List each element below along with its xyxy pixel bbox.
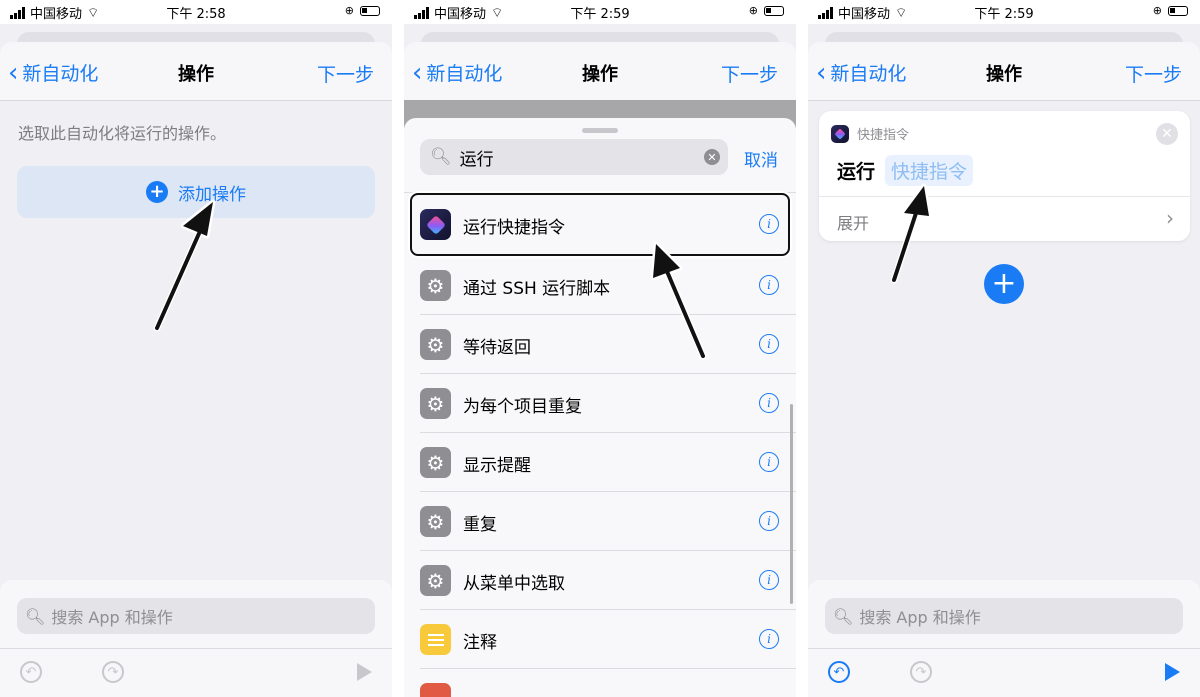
action-label: 运行快捷指令 — [463, 218, 565, 238]
clear-search-icon[interactable]: ✕ — [704, 149, 720, 165]
action-picker-sheet: 🔍︎ 运行 ✕ 取消 运行快捷指令 i ⚙ 通过 SSH 运行脚本 i ⚙ 等待… — [404, 118, 796, 697]
card-app-header: 快捷指令 — [831, 124, 909, 143]
gear-icon: ⚙ — [420, 388, 451, 419]
search-icon: 🔍︎ — [430, 147, 452, 167]
navigation-bar: ‹ 新自动化 操作 下一步 — [404, 42, 796, 101]
scrollbar[interactable] — [790, 404, 793, 604]
gear-icon: ⚙ — [420, 447, 451, 478]
action-label: 等待返回 — [463, 338, 531, 358]
info-icon[interactable]: i — [759, 275, 779, 295]
shortcuts-app-icon — [420, 209, 451, 240]
editor-toolbar: ↶ ↷ — [0, 648, 392, 697]
expand-button[interactable]: 展开 — [837, 210, 869, 234]
info-icon[interactable]: i — [759, 393, 779, 413]
next-button[interactable]: 下一步 — [721, 60, 778, 87]
shortcuts-app-icon — [831, 124, 849, 143]
action-row[interactable]: ⚙ 显示提醒 i — [404, 433, 796, 492]
status-time: 下午 2:59 — [570, 7, 630, 22]
action-label: 重复 — [463, 515, 497, 535]
orientation-lock-icon: ⊕ — [1152, 4, 1162, 17]
undo-icon[interactable]: ↶ — [828, 661, 850, 683]
info-icon[interactable]: i — [759, 570, 779, 590]
battery-icon — [1168, 5, 1188, 16]
action-results-list: 运行快捷指令 i ⚙ 通过 SSH 运行脚本 i ⚙ 等待返回 i ⚙ 为每个项… — [404, 192, 796, 697]
info-icon[interactable]: i — [759, 452, 779, 472]
redo-icon[interactable]: ↷ — [102, 661, 124, 683]
action-row[interactable]: ⚙ 从菜单中选取 i — [404, 551, 796, 610]
play-icon[interactable] — [357, 663, 372, 681]
sheet-grabber[interactable] — [582, 128, 618, 133]
cancel-button[interactable]: 取消 — [744, 146, 778, 171]
action-label: 显示提醒 — [463, 456, 531, 476]
gear-icon: ⚙ — [420, 506, 451, 537]
add-action-label: 添加操作 — [178, 184, 246, 205]
search-field[interactable]: 🔍︎ 搜索 App 和操作 — [825, 598, 1183, 634]
orientation-lock-icon: ⊕ — [344, 4, 354, 17]
editor-toolbar: ↶ ↷ — [808, 648, 1200, 697]
search-value: 运行 — [459, 149, 494, 170]
search-icon: 🔍︎ — [833, 606, 854, 626]
orientation-lock-icon: ⊕ — [748, 4, 758, 17]
search-placeholder: 搜索 App 和操作 — [859, 608, 981, 627]
bottom-sheet: 🔍︎ 搜索 App 和操作 ↶ ↷ — [808, 580, 1200, 697]
play-icon[interactable] — [1165, 663, 1180, 681]
shortcut-parameter[interactable]: 快捷指令 — [885, 155, 974, 186]
action-card-run-shortcut: 快捷指令 ✕ 运行 快捷指令 展开 › — [819, 111, 1190, 241]
info-icon[interactable]: i — [759, 334, 779, 354]
action-row[interactable]: 注释 i — [404, 610, 796, 669]
action-verb: 运行 — [837, 161, 876, 183]
search-placeholder: 搜索 App 和操作 — [51, 608, 173, 627]
action-row[interactable]: ⚙ 为每个项目重复 i — [404, 374, 796, 433]
action-row[interactable]: ⚙ 等待返回 i — [404, 315, 796, 374]
status-bar: 中国移动 ⌔ 下午 2:58 ⊕ — [0, 0, 392, 24]
gear-icon: ⚙ — [420, 329, 451, 360]
gear-icon: ⚙ — [420, 270, 451, 301]
navigation-bar: ‹ 新自动化 操作 下一步 — [808, 42, 1200, 101]
remove-action-icon[interactable]: ✕ — [1156, 123, 1178, 145]
screenshot-step-2: 中国移动 ⌔ 下午 2:59 ⊕ ‹ 新自动化 操作 下一步 🔍︎ 运行 ✕ 取消 … — [404, 0, 796, 697]
app-icon — [420, 683, 451, 697]
instruction-text: 选取此自动化将运行的操作。 — [18, 124, 227, 143]
battery-icon — [764, 5, 784, 16]
redo-icon[interactable]: ↷ — [910, 661, 932, 683]
status-bar: 中国移动 ⌔ 下午 2:59 ⊕ — [404, 0, 796, 24]
action-label: 为每个项目重复 — [463, 397, 582, 417]
battery-icon — [360, 5, 380, 16]
next-button[interactable]: 下一步 — [1125, 60, 1182, 87]
action-row[interactable]: ⚙ 重复 i — [404, 492, 796, 551]
divider — [819, 196, 1190, 197]
action-row[interactable]: ⚙ 通过 SSH 运行脚本 i — [404, 256, 796, 315]
status-time: 下午 2:59 — [974, 7, 1034, 22]
info-icon[interactable]: i — [759, 511, 779, 531]
gear-icon: ⚙ — [420, 565, 451, 596]
screenshot-step-1: 中国移动 ⌔ 下午 2:58 ⊕ ‹ 新自动化 操作 下一步 选取此自动化将运行的操… — [0, 0, 392, 697]
notes-icon — [420, 624, 451, 655]
action-label: 从菜单中选取 — [463, 574, 565, 594]
search-field[interactable]: 🔍︎ 搜索 App 和操作 — [17, 598, 375, 634]
action-search-field[interactable]: 🔍︎ 运行 ✕ — [420, 139, 728, 175]
undo-icon[interactable]: ↶ — [20, 661, 42, 683]
navigation-bar: ‹ 新自动化 操作 下一步 — [0, 42, 392, 101]
info-icon[interactable]: i — [759, 629, 779, 649]
action-row-run-shortcut[interactable]: 运行快捷指令 i — [410, 193, 790, 256]
plus-icon: + — [146, 181, 168, 203]
action-label: 注释 — [463, 633, 497, 653]
info-icon[interactable]: i — [759, 214, 779, 234]
add-action-plus-button[interactable]: + — [984, 264, 1024, 304]
add-action-button[interactable]: + 添加操作 — [17, 166, 375, 218]
status-bar: 中国移动 ⌔ 下午 2:59 ⊕ — [808, 0, 1200, 24]
screenshot-step-3: 中国移动 ⌔ 下午 2:59 ⊕ ‹ 新自动化 操作 下一步 快捷指令 ✕ 运行 快… — [808, 0, 1200, 697]
action-row-partial[interactable] — [404, 669, 796, 697]
search-icon: 🔍︎ — [25, 606, 46, 626]
card-app-name: 快捷指令 — [857, 128, 910, 143]
chevron-right-icon[interactable]: › — [1166, 206, 1174, 230]
status-time: 下午 2:58 — [166, 7, 226, 22]
bottom-sheet: 🔍︎ 搜索 App 和操作 ↶ ↷ — [0, 580, 392, 697]
action-label: 通过 SSH 运行脚本 — [463, 279, 611, 299]
next-button[interactable]: 下一步 — [317, 60, 374, 87]
